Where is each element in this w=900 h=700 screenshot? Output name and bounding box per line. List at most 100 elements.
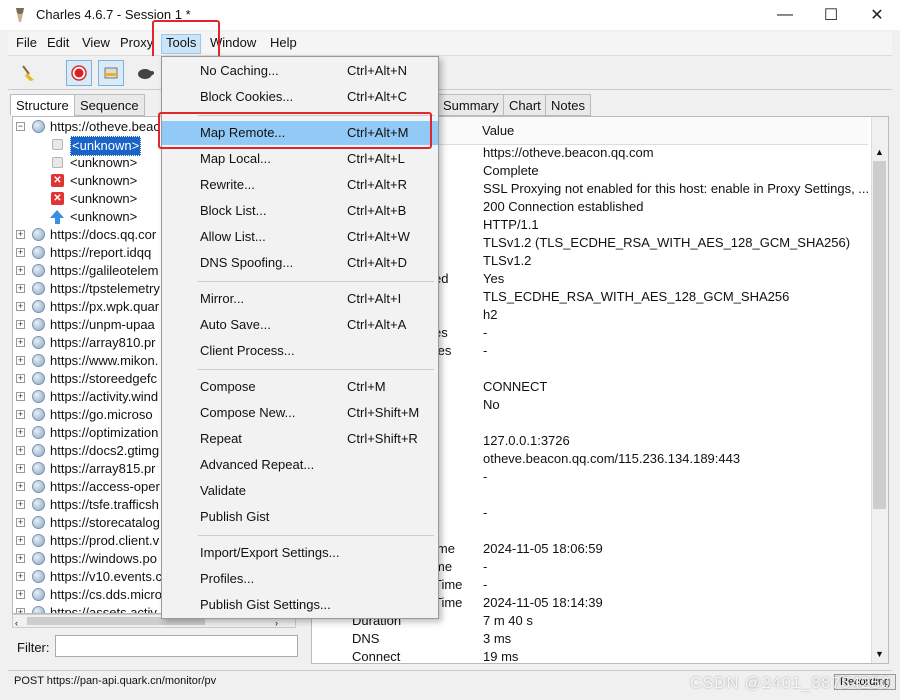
detail-row-value[interactable]: TLSv1.2 (TLS_ECDHE_RSA_WITH_AES_128_GCM_… — [483, 235, 850, 250]
detail-row-value[interactable]: 7 m 40 s — [483, 613, 533, 628]
detail-row-value[interactable]: SSL Proxying not enabled for this host: … — [483, 181, 869, 196]
globe-icon — [32, 426, 45, 439]
detail-row-value[interactable]: 3 ms — [483, 631, 511, 646]
expand-icon[interactable]: + — [16, 446, 25, 455]
detail-row-value[interactable]: - — [483, 469, 487, 484]
expand-icon[interactable]: + — [16, 356, 25, 365]
maximize-button[interactable]: ☐ — [808, 0, 854, 30]
tab-chart[interactable]: Chart — [503, 94, 547, 116]
detail-row-value[interactable]: https://otheve.beacon.qq.com — [483, 145, 654, 160]
detail-scroll-thumb[interactable] — [873, 161, 886, 509]
menu-item-mirror[interactable]: Mirror... Ctrl+Alt+I — [162, 287, 438, 311]
collapse-icon[interactable]: − — [16, 122, 25, 131]
globe-icon — [32, 372, 45, 385]
menu-item-map-local[interactable]: Map Local... Ctrl+Alt+L — [162, 147, 438, 171]
globe-icon — [32, 462, 45, 475]
detail-row-value[interactable]: 127.0.0.1:3726 — [483, 433, 570, 448]
menu-edit[interactable]: Edit — [43, 35, 73, 53]
throttle-icon[interactable] — [98, 60, 124, 86]
expand-icon[interactable]: + — [16, 590, 25, 599]
detail-row-value[interactable]: No — [483, 397, 500, 412]
close-button[interactable]: ✕ — [854, 0, 900, 30]
expand-icon[interactable]: + — [16, 500, 25, 509]
menu-item-import-export-settings[interactable]: Import/Export Settings... — [162, 541, 438, 565]
expand-icon[interactable]: + — [16, 266, 25, 275]
menu-item-validate[interactable]: Validate — [162, 479, 438, 503]
tree-row-label: https://report.idqq — [50, 245, 152, 260]
record-icon[interactable] — [66, 60, 92, 86]
detail-row-value[interactable]: Yes — [483, 271, 504, 286]
detail-row-value[interactable]: h2 — [483, 307, 497, 322]
detail-row-value[interactable]: 200 Connection established — [483, 199, 643, 214]
tab-summary[interactable]: Summary — [437, 94, 505, 116]
tab-structure[interactable]: Structure — [10, 94, 75, 116]
menu-item-profiles[interactable]: Profiles... — [162, 567, 438, 591]
detail-row-value[interactable]: HTTP/1.1 — [483, 217, 539, 232]
scroll-right-icon[interactable]: › — [275, 618, 278, 628]
menu-item-compose[interactable]: Compose Ctrl+M — [162, 375, 438, 399]
tab-sequence[interactable]: Sequence — [74, 94, 145, 116]
menu-item-publish-gist-settings[interactable]: Publish Gist Settings... — [162, 593, 438, 617]
tree-row-label: https://assets.activ — [50, 605, 157, 614]
detail-row-value[interactable]: - — [483, 559, 487, 574]
expand-icon[interactable]: + — [16, 338, 25, 347]
scroll-left-icon[interactable]: ‹ — [15, 618, 18, 628]
menu-view[interactable]: View — [78, 35, 114, 53]
menu-item-rewrite[interactable]: Rewrite... Ctrl+Alt+R — [162, 173, 438, 197]
expand-icon[interactable]: + — [16, 572, 25, 581]
menu-item-advanced-repeat[interactable]: Advanced Repeat... — [162, 453, 438, 477]
minimize-button[interactable]: — — [762, 0, 808, 30]
menu-item-shortcut: Ctrl+M — [347, 379, 386, 394]
detail-row-value[interactable]: otheve.beacon.qq.com/115.236.134.189:443 — [483, 451, 740, 466]
broom-icon[interactable] — [16, 60, 42, 86]
menu-file[interactable]: File — [12, 35, 41, 53]
menu-item-compose-new[interactable]: Compose New... Ctrl+Shift+M — [162, 401, 438, 425]
expand-icon[interactable]: + — [16, 518, 25, 527]
tab-notes[interactable]: Notes — [545, 94, 591, 116]
scroll-up-icon[interactable]: ▲ — [875, 147, 884, 157]
expand-icon[interactable]: + — [16, 320, 25, 329]
menu-item-repeat[interactable]: Repeat Ctrl+Shift+R — [162, 427, 438, 451]
filter-input[interactable] — [55, 635, 298, 657]
detail-row-value[interactable]: TLSv1.2 — [483, 253, 531, 268]
expand-icon[interactable]: + — [16, 248, 25, 257]
menu-help[interactable]: Help — [266, 35, 301, 53]
menu-item-publish-gist[interactable]: Publish Gist — [162, 505, 438, 529]
globe-icon — [32, 246, 45, 259]
menu-item-allow-list[interactable]: Allow List... Ctrl+Alt+W — [162, 225, 438, 249]
expand-icon[interactable]: + — [16, 230, 25, 239]
status-text: POST https://pan-api.quark.cn/monitor/pv — [14, 675, 217, 687]
menu-item-block-cookies[interactable]: Block Cookies... Ctrl+Alt+C — [162, 85, 438, 109]
expand-icon[interactable]: + — [16, 482, 25, 491]
expand-icon[interactable]: + — [16, 392, 25, 401]
expand-icon[interactable]: + — [16, 374, 25, 383]
expand-icon[interactable]: + — [16, 554, 25, 563]
expand-icon[interactable]: + — [16, 428, 25, 437]
detail-row-value[interactable]: - — [483, 577, 487, 592]
menu-item-label: Auto Save... — [200, 317, 271, 332]
menu-item-dns-spoofing[interactable]: DNS Spoofing... Ctrl+Alt+D — [162, 251, 438, 275]
menu-item-block-list[interactable]: Block List... Ctrl+Alt+B — [162, 199, 438, 223]
expand-icon[interactable]: + — [16, 410, 25, 419]
detail-row-value[interactable]: 19 ms — [483, 649, 518, 663]
tree-row-label: <unknown> — [70, 191, 138, 206]
detail-row-value[interactable]: - — [483, 343, 487, 358]
menu-item-no-caching[interactable]: No Caching... Ctrl+Alt+N — [162, 59, 438, 83]
detail-row-value[interactable]: - — [483, 325, 487, 340]
expand-icon[interactable]: + — [16, 536, 25, 545]
menu-item-client-process[interactable]: Client Process... — [162, 339, 438, 363]
detail-row-value[interactable]: - — [483, 505, 487, 520]
menu-item-label: Validate — [200, 483, 247, 498]
detail-row-value[interactable]: Complete — [483, 163, 539, 178]
expand-icon[interactable]: + — [16, 464, 25, 473]
detail-row-value[interactable]: TLS_ECDHE_RSA_WITH_AES_128_GCM_SHA256 — [483, 289, 789, 304]
value-column-header[interactable]: Value — [482, 123, 514, 138]
detail-row-value[interactable]: 2024-11-05 18:14:39 — [483, 595, 603, 610]
scroll-down-icon[interactable]: ▼ — [875, 649, 884, 659]
menu-item-auto-save[interactable]: Auto Save... Ctrl+Alt+A — [162, 313, 438, 337]
expand-icon[interactable]: + — [16, 284, 25, 293]
detail-row-value[interactable]: 2024-11-05 18:06:59 — [483, 541, 603, 556]
turtle-icon[interactable] — [132, 60, 158, 86]
detail-row-value[interactable]: CONNECT — [483, 379, 547, 394]
expand-icon[interactable]: + — [16, 302, 25, 311]
